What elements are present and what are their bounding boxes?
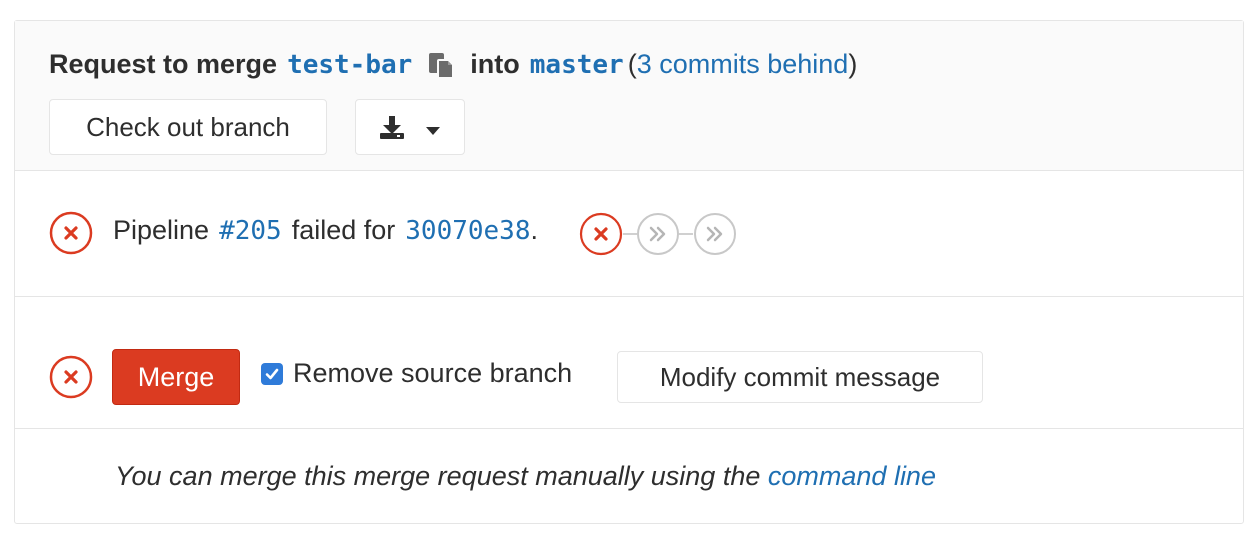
clipboard-icon[interactable] bbox=[426, 50, 456, 80]
failed-for-text: failed for bbox=[291, 215, 396, 245]
status-failed-icon bbox=[49, 355, 93, 399]
download-icon bbox=[377, 112, 407, 142]
commits-behind-link[interactable]: 3 commits behind bbox=[637, 49, 849, 80]
stage-skipped-icon[interactable] bbox=[694, 213, 736, 255]
remove-source-branch-checkbox[interactable] bbox=[261, 362, 283, 385]
paren-open: ( bbox=[627, 49, 637, 79]
merge-request-title: Request to merge test-bar into master ( … bbox=[49, 49, 857, 80]
merge-request-widget: Request to merge test-bar into master ( … bbox=[14, 20, 1244, 524]
command-line-link[interactable]: command line bbox=[768, 461, 936, 491]
pipeline-status-text: Pipeline #205 failed for 30070e38 . bbox=[113, 215, 538, 246]
mr-widget-header: Request to merge test-bar into master ( … bbox=[15, 21, 1243, 171]
manual-merge-note: You can merge this merge request manuall… bbox=[15, 429, 1243, 525]
check-out-branch-button[interactable]: Check out branch bbox=[49, 99, 327, 155]
check-out-branch-label: Check out branch bbox=[86, 111, 290, 142]
paren-close: ) bbox=[848, 49, 858, 79]
merge-button[interactable]: Merge bbox=[112, 349, 240, 405]
download-dropdown-button[interactable] bbox=[355, 99, 465, 155]
pipeline-id-link[interactable]: #205 bbox=[219, 216, 282, 246]
target-branch-link[interactable]: master bbox=[530, 50, 624, 80]
pipeline-period: . bbox=[530, 215, 539, 245]
modify-commit-message-label: Modify commit message bbox=[659, 361, 941, 392]
manual-merge-text: You can merge this merge request manuall… bbox=[115, 461, 936, 492]
stage-failed-icon[interactable] bbox=[579, 212, 623, 256]
pipeline-label: Pipeline bbox=[113, 215, 210, 245]
title-prefix: Request to merge bbox=[49, 49, 278, 79]
source-branch-link[interactable]: test-bar bbox=[287, 50, 412, 80]
pipeline-stages bbox=[579, 211, 739, 257]
commit-sha-link[interactable]: 30070e38 bbox=[405, 216, 530, 246]
modify-commit-message-button[interactable]: Modify commit message bbox=[617, 351, 983, 403]
remove-source-branch-label: Remove source branch bbox=[293, 358, 573, 388]
pipeline-section: Pipeline #205 failed for 30070e38 . bbox=[15, 171, 1243, 297]
remove-source-branch-option[interactable]: Remove source branch bbox=[261, 358, 572, 389]
title-middle: into bbox=[470, 49, 520, 79]
merge-section: Merge Remove source branch Modify commit… bbox=[15, 297, 1243, 429]
note-text: You can merge this merge request manuall… bbox=[115, 461, 761, 491]
merge-button-label: Merge bbox=[137, 361, 215, 392]
stage-skipped-icon[interactable] bbox=[637, 213, 679, 255]
status-failed-icon[interactable] bbox=[49, 211, 93, 255]
caret-down-icon bbox=[423, 117, 443, 137]
